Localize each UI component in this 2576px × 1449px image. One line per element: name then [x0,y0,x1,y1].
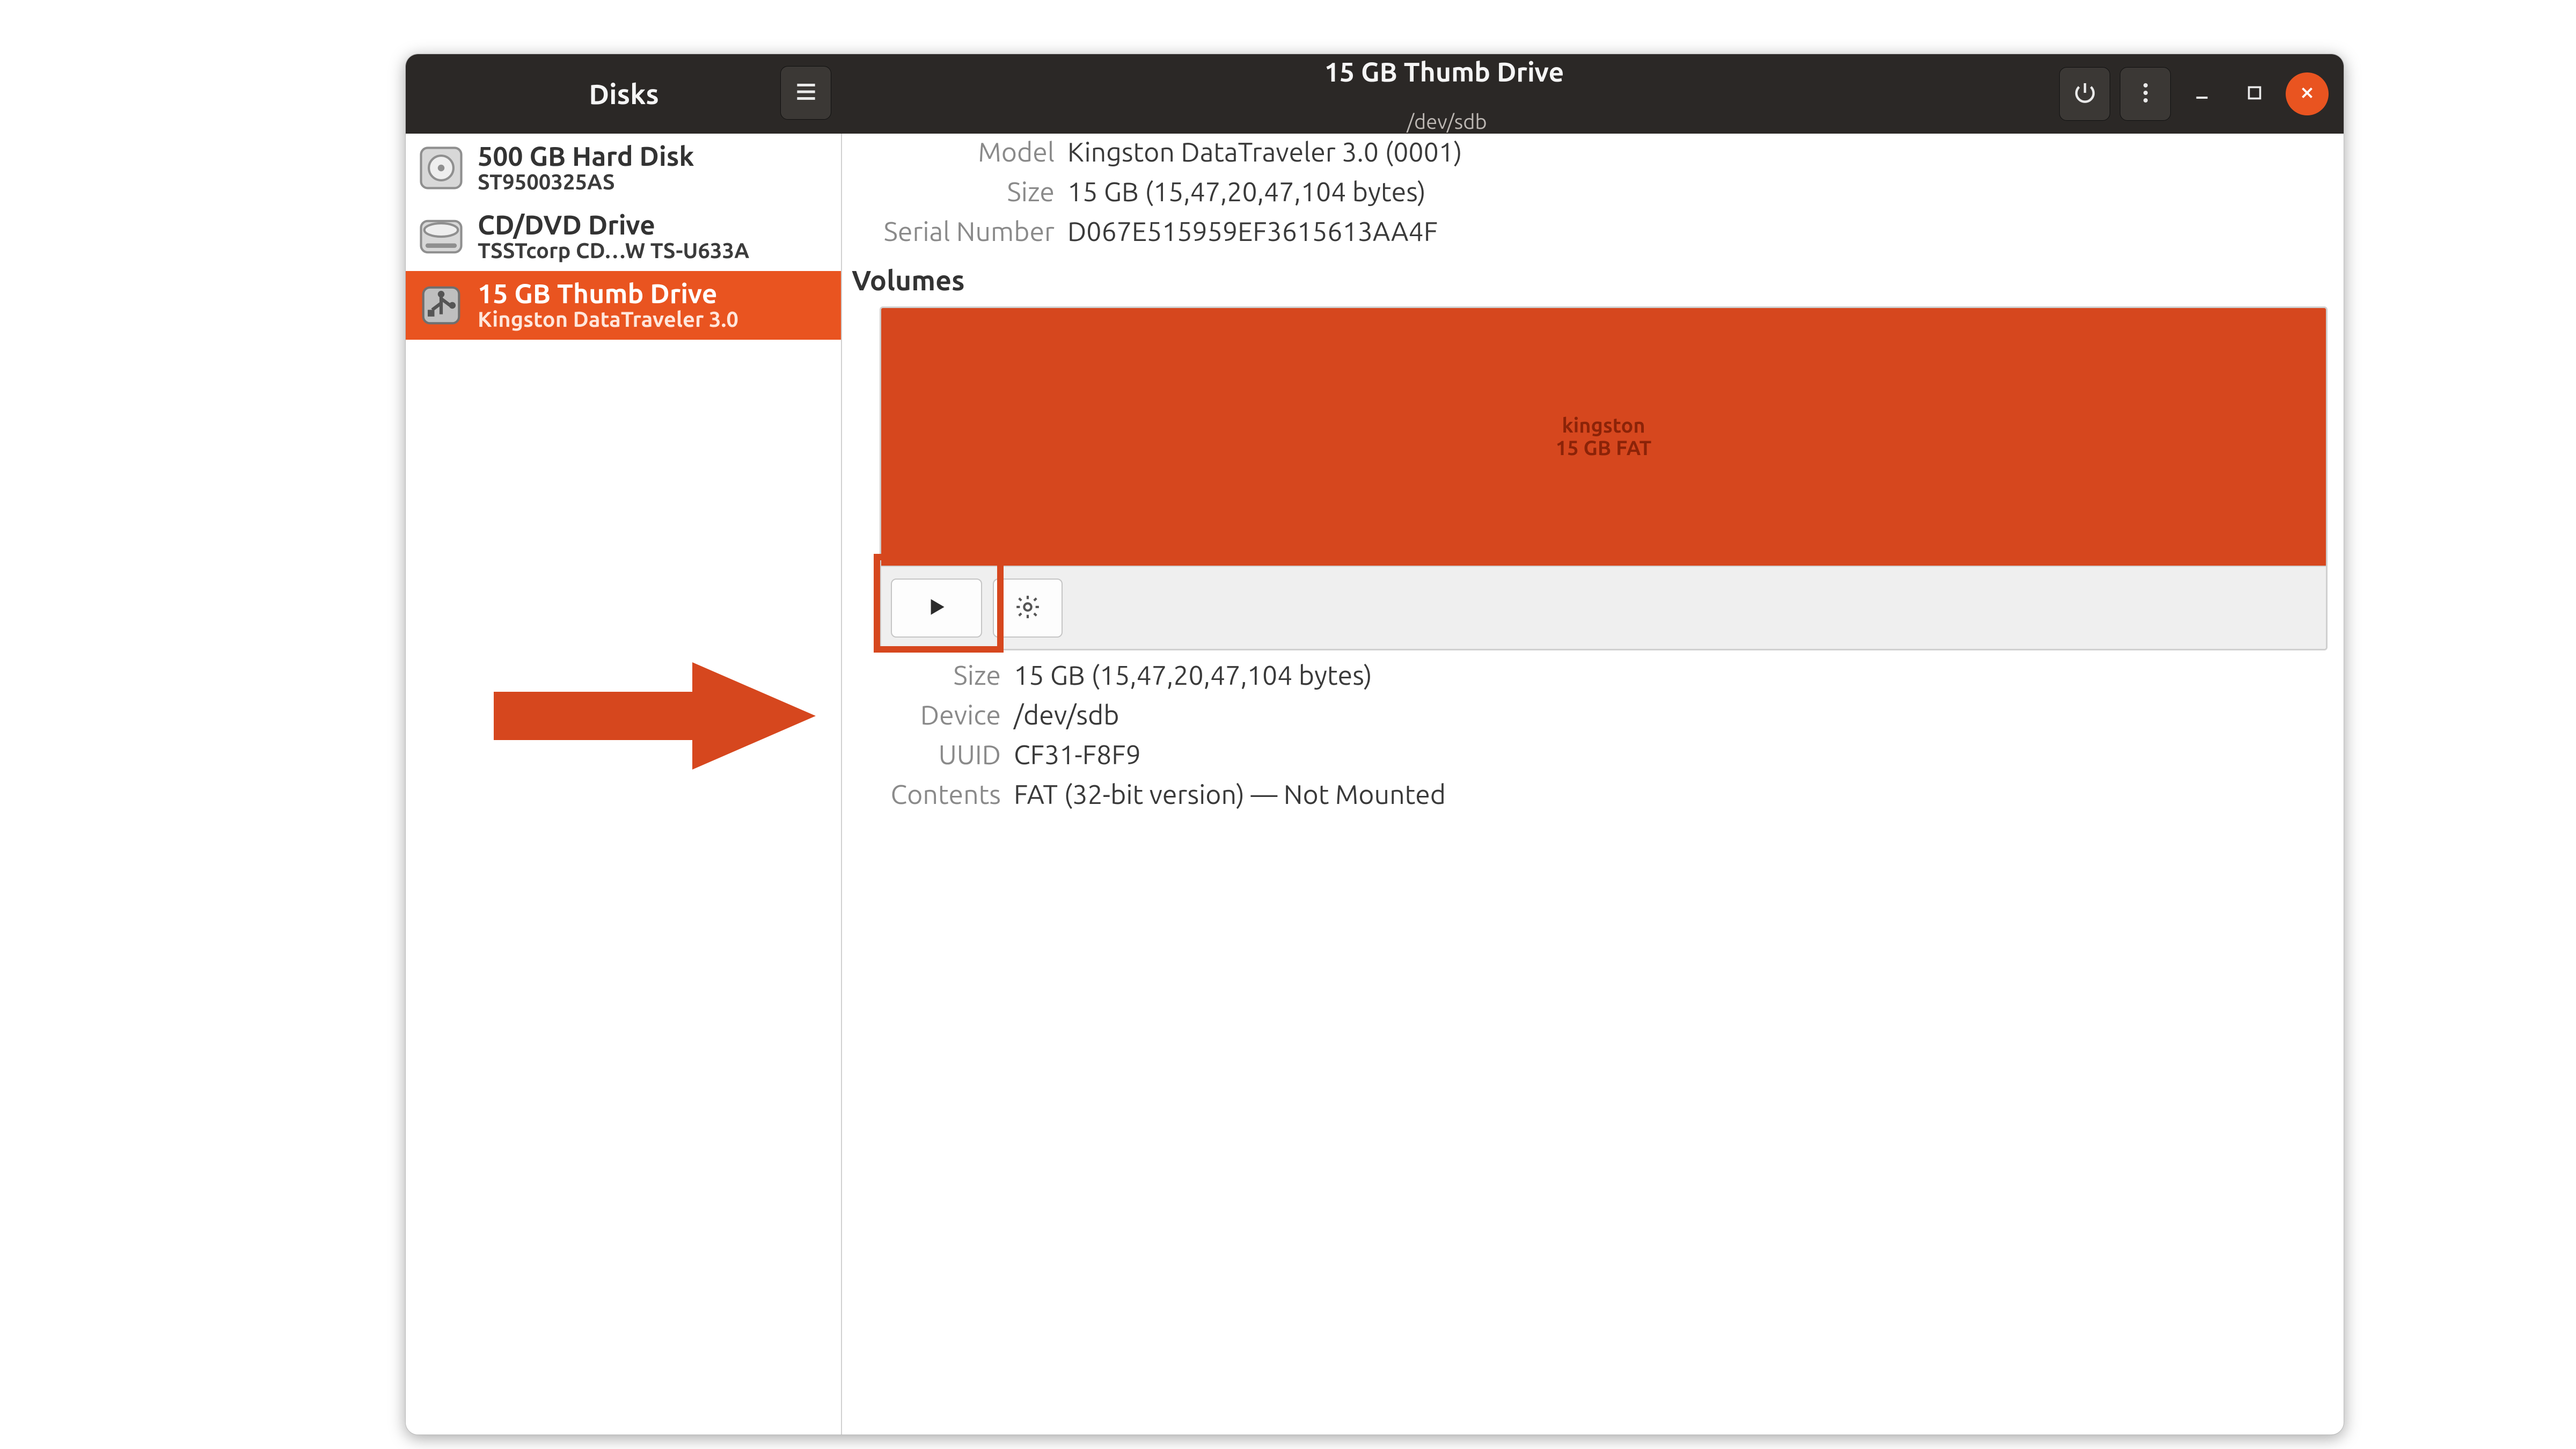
app-menu-button[interactable] [780,66,831,120]
vol-uuid-label: UUID [847,740,1014,770]
power-button[interactable] [2059,67,2110,121]
maximize-icon [2245,83,2264,105]
window-body: 500 GB Hard Disk ST9500325AS CD/DVD Driv… [406,134,2344,1435]
kebab-icon [2133,80,2158,108]
volume-detail: 15 GB FAT [1556,437,1652,459]
gear-icon [1014,594,1041,623]
disk-item-subtitle: ST9500325AS [478,170,830,194]
hamburger-icon [793,78,819,107]
drive-details: Model Kingston DataTraveler 3.0 (0001) S… [842,134,2344,1435]
titlebar-right [2052,54,2344,134]
disk-item-hdd[interactable]: 500 GB Hard Disk ST9500325AS [406,134,841,202]
size-label: Size [847,177,1067,207]
disk-item-optical[interactable]: CD/DVD Drive TSSTcorp CD…W TS-U633A [406,202,841,271]
disks-window: Disks 15 GB Thumb Drive /dev/sdb [405,54,2344,1435]
minimize-icon [2192,83,2212,105]
power-icon [2072,80,2098,108]
window-close-button[interactable] [2286,72,2329,115]
volume-name: kingston [1562,414,1645,437]
window-minimize-button[interactable] [2180,72,2223,115]
titlebar-center: 15 GB Thumb Drive /dev/sdb [842,54,2052,134]
drive-menu-button[interactable] [2120,67,2171,121]
app-title: Disks [406,78,842,109]
play-icon [923,594,950,623]
close-icon [2298,84,2316,104]
drive-path: /dev/sdb [1407,111,1487,134]
hdd-icon [414,141,468,195]
volume-settings-button[interactable] [993,579,1063,638]
volumes-panel: kingston 15 GB FAT [880,306,2328,650]
serial-label: Serial Number [847,216,1067,246]
disk-item-subtitle: TSSTcorp CD…W TS-U633A [478,239,830,262]
vol-device-label: Device [847,700,1014,730]
vol-contents-label: Contents [847,779,1014,809]
model-label: Model [847,137,1067,167]
disk-item-title: CD/DVD Drive [478,211,830,239]
volumes-heading: Volumes [852,265,2333,296]
size-value: 15 GB (15,47,20,47,104 bytes) [1067,177,1426,207]
usb-icon [414,279,468,332]
titlebar: Disks 15 GB Thumb Drive /dev/sdb [406,54,2344,134]
volume-block[interactable]: kingston 15 GB FAT [881,308,2326,566]
titlebar-left: Disks [406,54,842,134]
model-value: Kingston DataTraveler 3.0 (0001) [1067,137,1462,167]
vol-contents-value: FAT (32-bit version) — Not Mounted [1014,779,1446,809]
disk-list: 500 GB Hard Disk ST9500325AS CD/DVD Driv… [406,134,842,1435]
window-maximize-button[interactable] [2233,72,2276,115]
vol-device-value: /dev/sdb [1014,700,1119,730]
serial-value: D067E515959EF3615613AA4F [1067,216,1438,246]
disk-item-subtitle: Kingston DataTraveler 3.0 [478,308,830,331]
vol-uuid-value: CF31-F8F9 [1014,740,1141,770]
volume-details: Size 15 GB (15,47,20,47,104 bytes) Devic… [847,660,2333,809]
vol-size-label: Size [847,660,1014,690]
drive-title: 15 GB Thumb Drive [1319,54,1575,111]
disk-item-thumb-drive[interactable]: 15 GB Thumb Drive Kingston DataTraveler … [406,271,841,340]
mount-button[interactable] [891,579,982,638]
disk-item-title: 15 GB Thumb Drive [478,280,830,308]
optical-icon [414,210,468,264]
disk-item-title: 500 GB Hard Disk [478,142,830,171]
volume-toolbar [881,566,2326,649]
vol-size-value: 15 GB (15,47,20,47,104 bytes) [1014,660,1372,690]
